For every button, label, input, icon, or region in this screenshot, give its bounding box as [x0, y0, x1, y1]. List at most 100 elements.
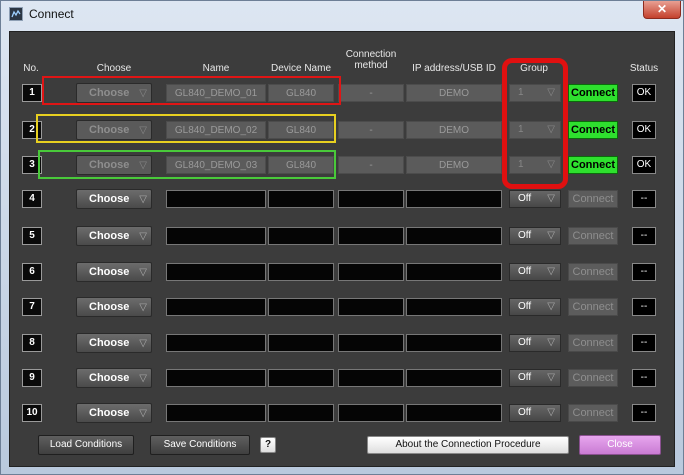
device-name-field	[268, 369, 334, 387]
about-connection-procedure-button[interactable]: About the Connection Procedure	[367, 436, 569, 454]
choose-dropdown[interactable]: Choose ▽	[76, 297, 152, 317]
name-field[interactable]	[166, 190, 266, 208]
group-dropdown: 1 ▽	[509, 156, 561, 174]
name-field[interactable]	[166, 227, 266, 245]
connection-method-field	[338, 404, 404, 422]
chevron-down-icon: ▽	[139, 408, 147, 419]
ip-usb-field[interactable]	[406, 190, 502, 208]
device-name-field: GL840	[268, 84, 334, 102]
ip-usb-field[interactable]	[406, 263, 502, 281]
group-dropdown[interactable]: Off ▽	[509, 334, 561, 352]
choose-label: Choose	[89, 124, 130, 136]
choose-dropdown[interactable]: Choose ▽	[76, 403, 152, 423]
connect-button[interactable]: Connect	[568, 121, 618, 139]
chevron-down-icon: ▽	[547, 266, 555, 277]
chevron-down-icon: ▽	[547, 193, 555, 204]
group-value: Off	[518, 407, 532, 418]
group-dropdown[interactable]: Off ▽	[509, 298, 561, 316]
window-title: Connect	[29, 7, 74, 21]
connect-button[interactable]: Connect	[568, 227, 618, 245]
choose-dropdown[interactable]: Choose ▽	[76, 262, 152, 282]
name-field[interactable]	[166, 298, 266, 316]
group-dropdown[interactable]: Off ▽	[509, 369, 561, 387]
load-conditions-button[interactable]: Load Conditions	[38, 435, 134, 455]
chevron-down-icon: ▽	[139, 194, 147, 205]
ip-usb-field[interactable]	[406, 227, 502, 245]
choose-dropdown[interactable]: Choose ▽	[76, 155, 152, 175]
status-indicator: --	[632, 263, 656, 281]
choose-label: Choose	[89, 230, 130, 242]
connect-button[interactable]: Connect	[568, 190, 618, 208]
choose-dropdown[interactable]: Choose ▽	[76, 83, 152, 103]
status-indicator: --	[632, 227, 656, 245]
connection-table-panel: No. Choose Name Device Name Connection m…	[9, 31, 675, 467]
column-header-status: Status	[629, 63, 659, 74]
choose-label: Choose	[89, 159, 130, 171]
group-dropdown[interactable]: Off ▽	[509, 404, 561, 422]
status-indicator: OK	[632, 156, 656, 174]
help-button[interactable]: ?	[260, 437, 276, 453]
name-field: GL840_DEMO_03	[166, 156, 266, 174]
status-indicator: OK	[632, 84, 656, 102]
group-dropdown[interactable]: Off ▽	[509, 190, 561, 208]
ip-usb-field: DEMO	[406, 156, 502, 174]
connect-button[interactable]: Connect	[568, 156, 618, 174]
ip-usb-field[interactable]	[406, 298, 502, 316]
choose-dropdown[interactable]: Choose ▽	[76, 368, 152, 388]
device-name-field	[268, 404, 334, 422]
connect-button[interactable]: Connect	[568, 334, 618, 352]
connect-button[interactable]: Connect	[568, 369, 618, 387]
close-button[interactable]: Close	[579, 435, 661, 455]
name-field: GL840_DEMO_02	[166, 121, 266, 139]
column-header-device-name: Device Name	[270, 63, 332, 74]
connection-method-field: -	[338, 121, 404, 139]
choose-dropdown[interactable]: Choose ▽	[76, 226, 152, 246]
name-field[interactable]	[166, 263, 266, 281]
group-dropdown[interactable]: Off ▽	[509, 227, 561, 245]
connect-button[interactable]: Connect	[568, 84, 618, 102]
row-number: 2	[22, 121, 42, 139]
ip-usb-field: DEMO	[406, 121, 502, 139]
name-field[interactable]	[166, 334, 266, 352]
chevron-down-icon: ▽	[139, 338, 147, 349]
group-value: Off	[518, 193, 532, 204]
choose-dropdown[interactable]: Choose ▽	[76, 333, 152, 353]
row-number: 3	[22, 156, 42, 174]
ip-usb-field[interactable]	[406, 334, 502, 352]
connect-button[interactable]: Connect	[568, 404, 618, 422]
chevron-down-icon: ▽	[547, 337, 555, 348]
group-value: 1	[518, 124, 524, 135]
ip-usb-field[interactable]	[406, 369, 502, 387]
ip-usb-field[interactable]	[406, 404, 502, 422]
column-header-ip-usb: IP address/USB ID	[412, 63, 496, 74]
group-value: Off	[518, 372, 532, 383]
column-header-choose: Choose	[96, 63, 132, 74]
status-indicator: --	[632, 334, 656, 352]
column-header-no: No.	[23, 63, 39, 74]
chevron-down-icon: ▽	[139, 373, 147, 384]
chevron-down-icon: ▽	[547, 159, 555, 170]
choose-dropdown[interactable]: Choose ▽	[76, 120, 152, 140]
row-number: 8	[22, 334, 42, 352]
app-icon	[9, 7, 23, 21]
save-conditions-button[interactable]: Save Conditions	[150, 435, 250, 455]
choose-dropdown[interactable]: Choose ▽	[76, 189, 152, 209]
name-field: GL840_DEMO_01	[166, 84, 266, 102]
window-close-icon[interactable]: ✕	[643, 1, 681, 19]
chevron-down-icon: ▽	[547, 230, 555, 241]
row-number: 4	[22, 190, 42, 208]
row-number: 7	[22, 298, 42, 316]
connect-button[interactable]: Connect	[568, 298, 618, 316]
connection-method-field: -	[338, 84, 404, 102]
column-header-group: Group	[520, 63, 548, 74]
device-name-field	[268, 227, 334, 245]
device-name-field	[268, 298, 334, 316]
group-dropdown[interactable]: Off ▽	[509, 263, 561, 281]
name-field[interactable]	[166, 404, 266, 422]
name-field[interactable]	[166, 369, 266, 387]
connect-button[interactable]: Connect	[568, 263, 618, 281]
group-value: Off	[518, 337, 532, 348]
group-value: Off	[518, 301, 532, 312]
group-value: 1	[518, 87, 524, 98]
status-indicator: OK	[632, 121, 656, 139]
